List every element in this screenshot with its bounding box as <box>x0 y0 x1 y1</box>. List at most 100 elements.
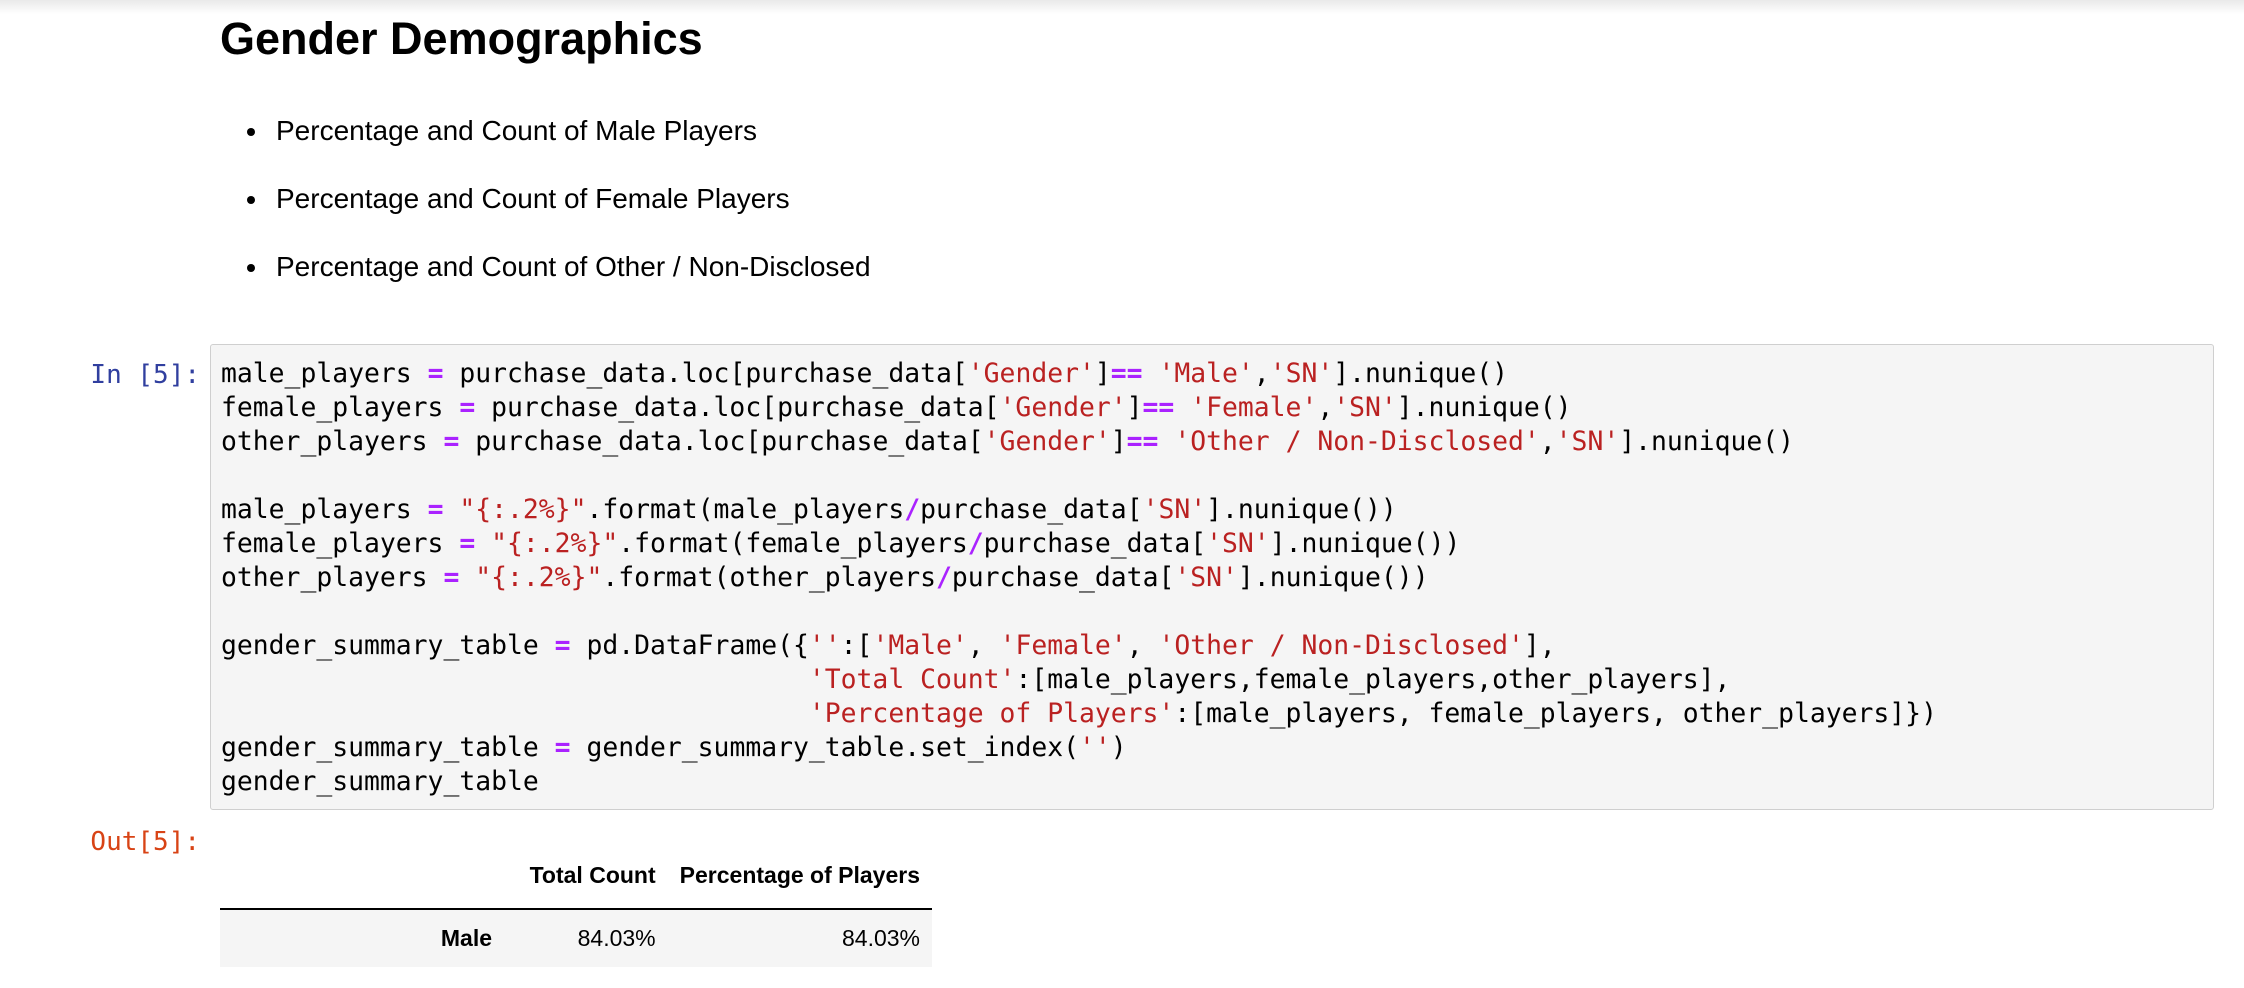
code-token: 'SN' <box>1269 358 1334 389</box>
output-area: Total Count Percentage of Players Male 8… <box>220 842 932 967</box>
code-token: :[male_players,female_players,other_play… <box>1015 664 1731 695</box>
code-token: purchase_data.loc[purchase_data[ <box>459 426 984 457</box>
index-header <box>220 842 504 909</box>
input-prompt: In [5]: <box>90 360 200 390</box>
section-heading: Gender Demographics <box>220 13 703 64</box>
code-token: "{:.2%}" <box>491 528 619 559</box>
code-token: gender_summary_table <box>221 732 555 763</box>
output-prompt: Out[5]: <box>90 827 200 857</box>
code-token: 'Gender' <box>983 426 1111 457</box>
table-row: Male 84.03% 84.03% <box>220 909 932 967</box>
code-token: :[ <box>840 630 873 661</box>
code-token: ].nunique() <box>1619 426 1795 457</box>
code-token: .format(male_players <box>586 494 905 525</box>
list-item: Percentage and Count of Other / Non-Disc… <box>220 244 871 312</box>
code-token: 'Female' <box>1190 392 1318 423</box>
code-token: 'Gender' <box>967 358 1095 389</box>
code-token: = <box>443 562 460 593</box>
code-token: = <box>427 494 444 525</box>
bullet-icon <box>247 196 255 204</box>
code-line: male_players = "{:.2%}".format(male_play… <box>221 493 1937 527</box>
code-token: ].nunique() <box>1333 358 1509 389</box>
code-line: 'Total Count':[male_players,female_playe… <box>221 663 1937 697</box>
code-token: .format(female_players <box>618 528 968 559</box>
code-token: ] <box>1094 358 1111 389</box>
code-token: ].nunique()) <box>1206 494 1397 525</box>
code-token: 'SN' <box>1333 392 1397 423</box>
list-item: Percentage and Count of Female Players <box>220 176 871 244</box>
code-token: = <box>459 528 476 559</box>
code-token: female_players <box>221 528 460 559</box>
list-item: Percentage and Count of Male Players <box>220 108 871 176</box>
column-header-total-count: Total Count <box>529 861 656 888</box>
code-line: female_players = "{:.2%}".format(female_… <box>221 527 1937 561</box>
code-token: == <box>1126 426 1159 457</box>
code-token: ] <box>1126 392 1143 423</box>
code-token: other_players <box>221 426 444 457</box>
cell-percentage: 84.03% <box>841 925 920 951</box>
code-token: , <box>1317 392 1334 423</box>
code-token: 'Male' <box>872 630 968 661</box>
code-line: other_players = purchase_data.loc[purcha… <box>221 425 1937 459</box>
table-header-row: Total Count Percentage of Players <box>220 842 932 909</box>
code-token: 'Other / Non-Disclosed' <box>1158 630 1524 661</box>
code-token: '' <box>1079 732 1111 763</box>
code-token: male_players <box>221 494 428 525</box>
list-item-text: Percentage and Count of Female Players <box>276 183 790 214</box>
code-line: gender_summary_table = pd.DataFrame({'':… <box>221 629 1937 663</box>
code-token: , <box>1539 426 1556 457</box>
code-line: other_players = "{:.2%}".format(other_pl… <box>221 561 1937 595</box>
code-token: ].nunique() <box>1396 392 1572 423</box>
code-line: 'Percentage of Players':[male_players, f… <box>221 697 1937 731</box>
code-token: 'Gender' <box>999 392 1127 423</box>
code-token: ] <box>1110 426 1127 457</box>
code-line: gender_summary_table = gender_summary_ta… <box>221 731 1937 765</box>
bullet-icon <box>247 264 255 272</box>
code-token: ], <box>1523 630 1556 661</box>
code-token: = <box>427 358 444 389</box>
code-token: purchase_data.loc[purchase_data[ <box>475 392 1000 423</box>
code-token: gender_summary_table.set_index( <box>570 732 1079 763</box>
code-token: :[male_players, female_players, other_pl… <box>1174 698 1937 729</box>
code-token: 'SN' <box>1206 528 1270 559</box>
code-token: = <box>554 732 571 763</box>
code-token: '' <box>808 630 841 661</box>
code-editor[interactable]: male_players = purchase_data.loc[purchas… <box>210 344 2214 810</box>
code-token: == <box>1110 358 1143 389</box>
code-token: / <box>904 494 921 525</box>
code-token: ].nunique()) <box>1269 528 1461 559</box>
dataframe-table: Total Count Percentage of Players Male 8… <box>220 842 932 967</box>
code-token: 'Other / Non-Disclosed' <box>1174 426 1540 457</box>
code-token: purchase_data[ <box>983 528 1207 559</box>
code-token: .format(other_players <box>602 562 937 593</box>
code-text[interactable]: male_players = purchase_data.loc[purchas… <box>221 357 1937 799</box>
code-token: / <box>967 528 984 559</box>
code-token: 'SN' <box>1142 494 1207 525</box>
code-token: 'SN' <box>1555 426 1620 457</box>
code-token: 'Female' <box>999 630 1127 661</box>
code-token: ) <box>1110 732 1127 763</box>
code-token: == <box>1142 392 1175 423</box>
code-token: = <box>443 426 460 457</box>
code-line: female_players = purchase_data.loc[purch… <box>221 391 1937 425</box>
code-token: other_players <box>221 562 444 593</box>
code-token: / <box>936 562 952 593</box>
list-item-text: Percentage and Count of Other / Non-Disc… <box>276 251 871 282</box>
code-token: female_players <box>221 392 460 423</box>
code-line: gender_summary_table <box>221 765 1937 799</box>
code-token: 'Male' <box>1158 358 1254 389</box>
code-token: 'Percentage of Players' <box>808 698 1175 729</box>
code-token: "{:.2%}" <box>459 494 587 525</box>
code-token: gender_summary_table <box>221 630 555 661</box>
code-token: , <box>1126 630 1159 661</box>
code-token: , <box>967 630 1000 661</box>
code-token: purchase_data[ <box>920 494 1143 525</box>
code-line: male_players = purchase_data.loc[purchas… <box>221 357 1937 391</box>
